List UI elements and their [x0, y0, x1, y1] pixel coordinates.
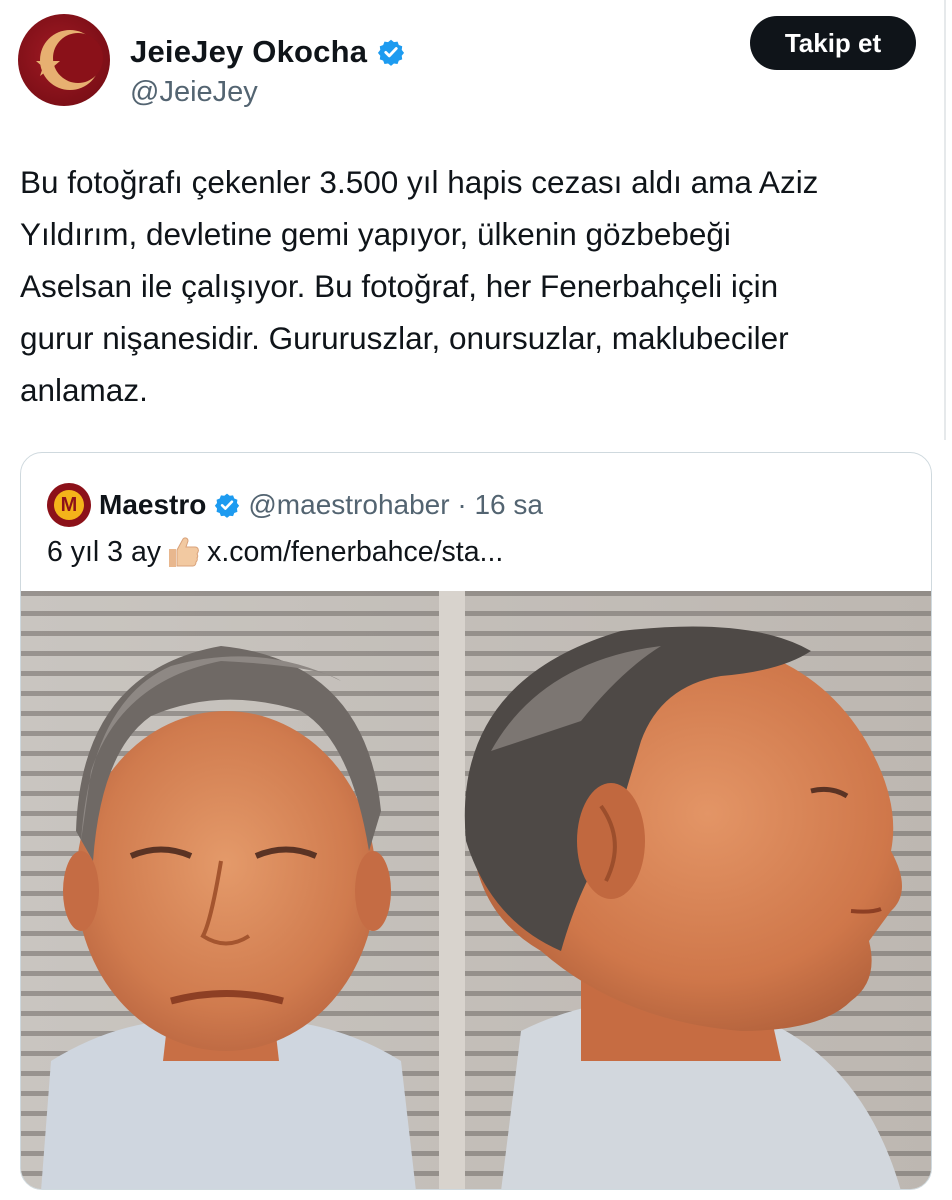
divider-line — [944, 0, 946, 440]
follow-button[interactable]: Takip et — [750, 16, 916, 70]
quote-avatar[interactable]: M — [47, 483, 91, 527]
quote-text-prefix: 6 yıl 3 ay — [47, 535, 162, 568]
quote-avatar-letter: M — [54, 490, 84, 520]
quote-display-name[interactable]: Maestro — [99, 489, 206, 521]
verified-badge-icon — [215, 493, 240, 518]
author-display-name[interactable]: JeieJey Okocha — [130, 34, 367, 70]
crescent-star-icon — [36, 30, 103, 90]
tweet-page: JeieJey Okocha @JeieJey Takip et Bu foto… — [0, 0, 952, 1200]
verified-badge-icon — [378, 39, 405, 66]
author-avatar[interactable] — [18, 14, 110, 106]
mugshot-image — [21, 591, 931, 1189]
tweet-header: JeieJey Okocha @JeieJey Takip et — [18, 14, 916, 110]
quote-link[interactable]: x.com/fenerbahce/sta... — [207, 536, 503, 569]
quote-text: 6 yıl 3 ay x.com/fenerbahce/sta... — [47, 535, 503, 569]
author-name-row: JeieJey Okocha — [130, 34, 405, 70]
tweet-body-text: Bu fotoğrafı çekenler 3.500 yıl hapis ce… — [20, 164, 819, 408]
author-handle[interactable]: @JeieJey — [130, 76, 258, 109]
thumbs-up-icon — [169, 537, 199, 567]
quote-header: M Maestro @maestrohaber · 16 sa — [47, 483, 543, 527]
quoted-tweet-card[interactable]: M Maestro @maestrohaber · 16 sa 6 yıl 3 … — [20, 452, 932, 1190]
mugshot-photo[interactable] — [21, 591, 931, 1189]
quote-handle-time[interactable]: @maestrohaber · 16 sa — [248, 489, 543, 521]
